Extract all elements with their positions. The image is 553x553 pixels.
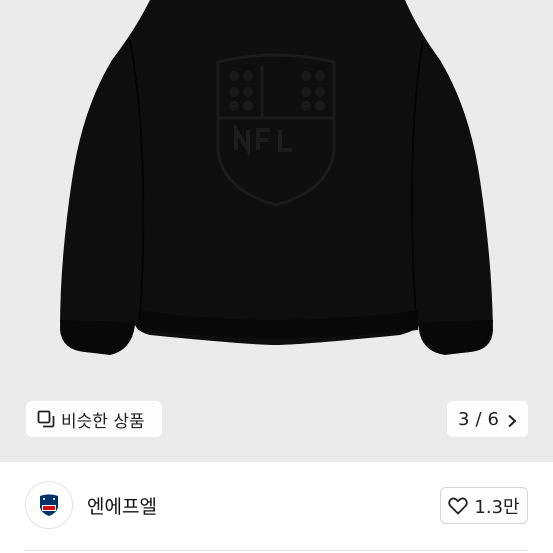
seller-name[interactable]: 엔에프엘: [87, 492, 157, 519]
product-image[interactable]: [0, 0, 553, 462]
like-count: 1.3만: [474, 496, 520, 518]
pager-current: 3: [458, 408, 470, 430]
pager-total: 6: [487, 408, 499, 430]
heart-outline-icon: [448, 497, 469, 515]
image-pager-button[interactable]: 3 / 6: [447, 401, 528, 437]
nfl-shield-icon: [40, 494, 58, 516]
pager-separator: /: [475, 408, 482, 430]
product-image-gallery[interactable]: 비슷한 상품 3 / 6: [0, 0, 553, 462]
seller-bar: 엔에프엘 1.3만: [0, 462, 553, 553]
similar-items-label: 비슷한 상품: [61, 411, 145, 432]
similar-items-button[interactable]: 비슷한 상품: [26, 401, 162, 437]
copy-icon: [37, 410, 55, 428]
chevron-right-icon: [507, 412, 517, 428]
seller-avatar[interactable]: [25, 481, 73, 529]
divider: [25, 550, 528, 551]
like-button[interactable]: 1.3만: [440, 487, 528, 524]
